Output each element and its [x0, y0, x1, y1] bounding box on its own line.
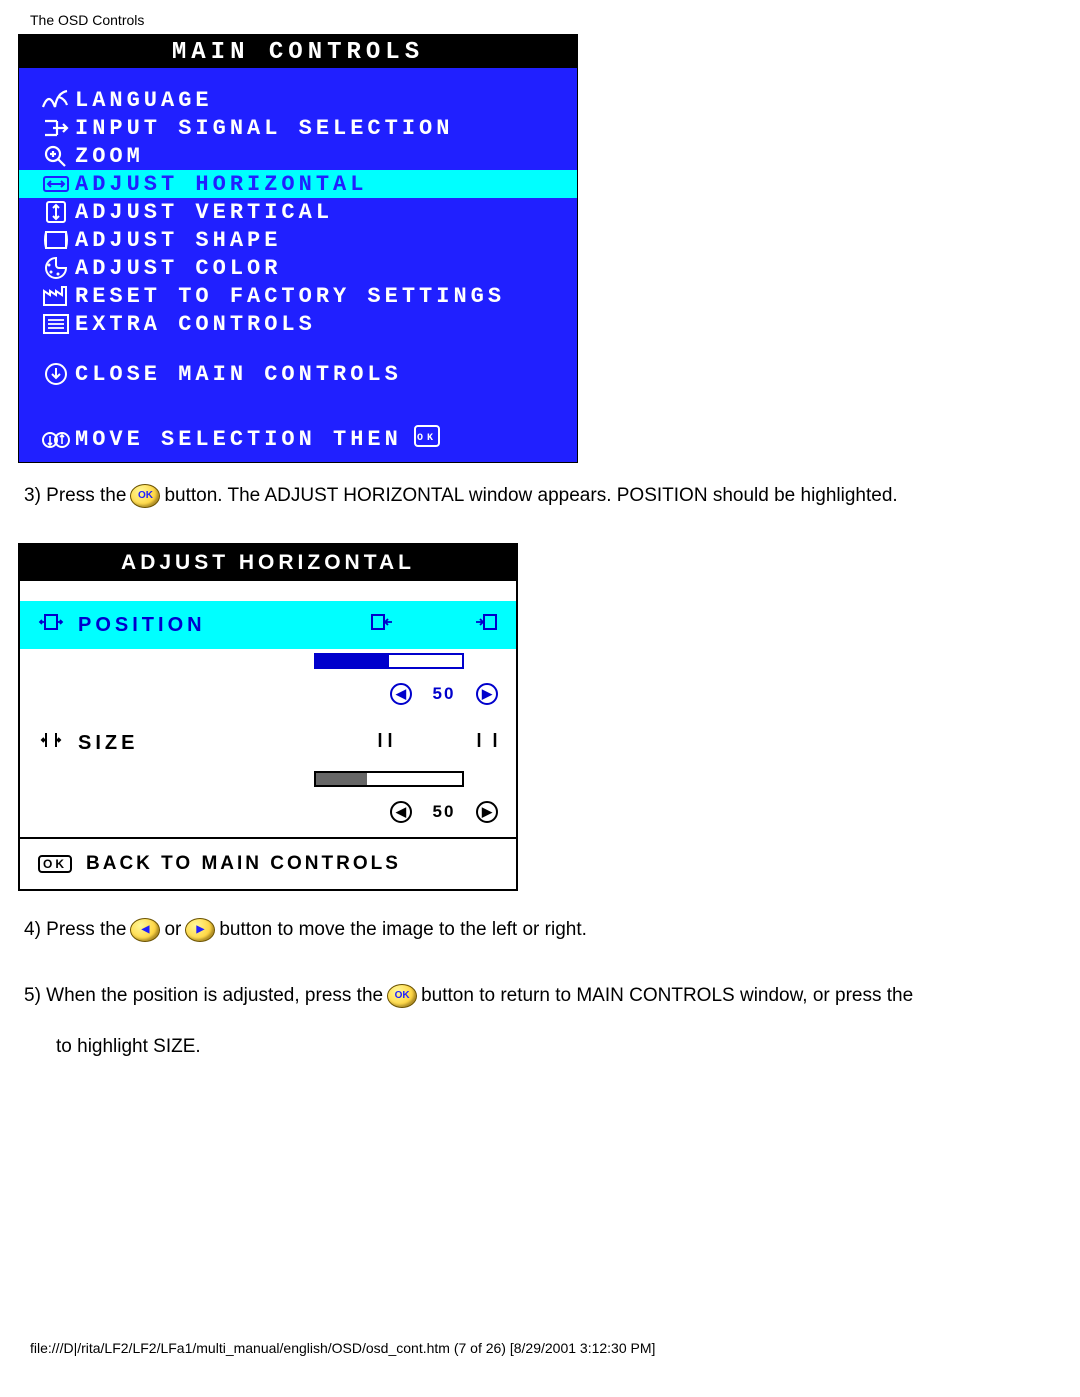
- position-value: 50: [426, 684, 462, 704]
- size-value-row: ◀ 50 ▶: [20, 801, 516, 837]
- zoom-icon: [37, 143, 75, 169]
- menu-item-adjust-shape[interactable]: ADJUST SHAPE: [19, 226, 577, 254]
- close-icon: [37, 361, 75, 387]
- up-down-icon: [37, 427, 75, 453]
- menu-item-adjust-color[interactable]: ADJUST COLOR: [19, 254, 577, 282]
- step-3: 3) Press the OK button. The ADJUST HORIZ…: [0, 463, 1080, 529]
- menu-label: CLOSE MAIN CONTROLS: [75, 362, 402, 387]
- size-row[interactable]: SIZE: [20, 719, 516, 767]
- step4-text-a: 4) Press the: [24, 913, 126, 947]
- step5-text-a: 5) When the position is adjusted, press …: [24, 979, 383, 1013]
- adjust-panel-title: ADJUST HORIZONTAL: [20, 545, 516, 581]
- position-icon: [38, 611, 64, 639]
- menu-label: ADJUST HORIZONTAL: [75, 172, 367, 197]
- size-narrow-icon: [374, 730, 396, 756]
- size-value: 50: [426, 802, 462, 822]
- shift-right-icon: [474, 612, 498, 638]
- step3-text-b: button. The ADJUST HORIZONTAL window app…: [164, 479, 897, 513]
- right-arrow-button[interactable]: ▶: [476, 801, 498, 823]
- position-value-row: ◀ 50 ▶: [20, 683, 516, 719]
- step-5: 5) When the position is adjusted, press …: [0, 963, 1080, 1029]
- size-wide-icon: [476, 730, 498, 756]
- left-arrow-button[interactable]: ◀: [390, 683, 412, 705]
- adjust-vertical-icon: [37, 199, 75, 225]
- ok-icon: OK: [414, 425, 440, 454]
- menu-item-close[interactable]: CLOSE MAIN CONTROLS: [19, 360, 577, 388]
- step4-text-c: button to move the image to the left or …: [219, 913, 587, 947]
- menu-item-adjust-vertical[interactable]: ADJUST VERTICAL: [19, 198, 577, 226]
- menu-item-reset-factory[interactable]: RESET TO FACTORY SETTINGS: [19, 282, 577, 310]
- step4-text-b: or: [164, 913, 181, 947]
- back-label: BACK TO MAIN CONTROLS: [86, 853, 401, 875]
- adjust-horizontal-panel: ADJUST HORIZONTAL POSITION ◀ 50 ▶: [18, 543, 518, 891]
- size-label: SIZE: [78, 732, 138, 755]
- right-arrow-button[interactable]: ▶: [476, 683, 498, 705]
- menu-item-language[interactable]: LANGUAGE: [19, 86, 577, 114]
- size-progress-bar: [314, 771, 464, 787]
- menu-label: ADJUST SHAPE: [75, 228, 281, 253]
- size-slider-row: [20, 767, 516, 801]
- menu-label: INPUT SIGNAL SELECTION: [75, 116, 453, 141]
- svg-text:OK: OK: [417, 433, 437, 444]
- step-4: 4) Press the ◀ or ▶ button to move the i…: [0, 897, 1080, 963]
- step5-text-b: button to return to MAIN CONTROLS window…: [421, 979, 913, 1013]
- input-signal-icon: [37, 115, 75, 141]
- position-row[interactable]: POSITION: [20, 601, 516, 649]
- menu-item-adjust-horizontal[interactable]: ADJUST HORIZONTAL: [19, 170, 577, 198]
- menu-label: ADJUST VERTICAL: [75, 200, 333, 225]
- extra-controls-icon: [37, 311, 75, 337]
- step3-text-a: 3) Press the: [24, 479, 126, 513]
- menu-label: ADJUST COLOR: [75, 256, 281, 281]
- ok-button-icon: OK: [130, 484, 160, 508]
- left-arrow-button[interactable]: ◀: [390, 801, 412, 823]
- osd-title: MAIN CONTROLS: [19, 35, 577, 68]
- adjust-shape-icon: [37, 227, 75, 253]
- menu-label: LANGUAGE: [75, 88, 213, 113]
- language-icon: [37, 87, 75, 113]
- menu-label: EXTRA CONTROLS: [75, 312, 316, 337]
- left-button-icon: ◀: [130, 918, 160, 942]
- step5-text-c: to highlight SIZE.: [56, 1030, 201, 1064]
- menu-item-zoom[interactable]: ZOOM: [19, 142, 577, 170]
- back-to-main-row[interactable]: OK BACK TO MAIN CONTROLS: [20, 837, 516, 889]
- menu-label: RESET TO FACTORY SETTINGS: [75, 284, 505, 309]
- size-icon: [38, 729, 64, 757]
- menu-item-input-signal[interactable]: INPUT SIGNAL SELECTION: [19, 114, 577, 142]
- page-header: The OSD Controls: [0, 0, 1080, 34]
- ok-box-icon: OK: [38, 855, 72, 873]
- main-controls-osd: MAIN CONTROLS LANGUAGE INPUT SIGNAL SELE…: [18, 34, 578, 463]
- menu-item-extra-controls[interactable]: EXTRA CONTROLS: [19, 310, 577, 338]
- osd-footer: MOVE SELECTION THEN OK: [19, 416, 577, 462]
- position-progress-bar: [314, 653, 464, 669]
- footer-text: MOVE SELECTION THEN: [75, 427, 402, 452]
- ok-button-icon: OK: [387, 984, 417, 1008]
- step-5-cont: to highlight SIZE.: [0, 1030, 1080, 1080]
- factory-icon: [37, 283, 75, 309]
- adjust-horizontal-icon: [37, 171, 75, 197]
- right-button-icon: ▶: [185, 918, 215, 942]
- adjust-color-icon: [37, 255, 75, 281]
- position-slider-row: [20, 649, 516, 683]
- shift-left-icon: [370, 612, 394, 638]
- menu-label: ZOOM: [75, 144, 144, 169]
- osd-menu-list: LANGUAGE INPUT SIGNAL SELECTION ZOOM ADJ…: [19, 68, 577, 398]
- footer-path: file:///D|/rita/LF2/LF2/LFa1/multi_manua…: [0, 1280, 1080, 1376]
- position-label: POSITION: [78, 614, 206, 637]
